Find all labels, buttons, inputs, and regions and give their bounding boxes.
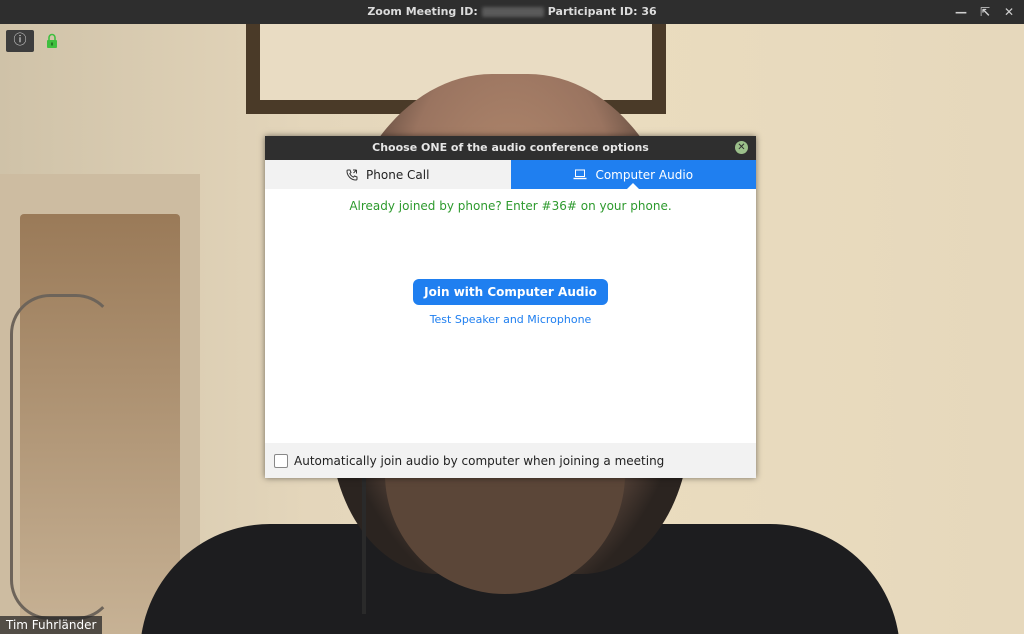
close-icon[interactable]: ✕ xyxy=(1000,3,1018,21)
dialog-footer: Automatically join audio by computer whe… xyxy=(265,443,756,478)
background-wire-decoration xyxy=(10,294,116,620)
audio-tabs: Phone Call Computer Audio xyxy=(265,160,756,189)
participant-name-label: Tim Fuhrländer xyxy=(0,616,103,634)
lock-icon[interactable] xyxy=(46,33,58,49)
meeting-id-redacted xyxy=(481,7,544,17)
window-title: Zoom Meeting ID: Participant ID: 36 xyxy=(0,5,1024,18)
minimize-icon[interactable]: — xyxy=(952,3,970,21)
tab-phone-call[interactable]: Phone Call xyxy=(265,160,511,189)
phone-join-info: Already joined by phone? Enter #36# on y… xyxy=(349,199,672,213)
participant-id-label: Participant ID: 36 xyxy=(547,5,657,18)
window-titlebar: Zoom Meeting ID: Participant ID: 36 — ⇱ ✕ xyxy=(0,0,1024,24)
tab-phone-call-label: Phone Call xyxy=(366,167,430,182)
phone-icon xyxy=(346,169,358,181)
join-computer-audio-button[interactable]: Join with Computer Audio xyxy=(413,279,608,305)
dialog-close-icon[interactable]: ✕ xyxy=(735,141,748,154)
auto-join-checkbox[interactable] xyxy=(274,453,288,468)
auto-join-label[interactable]: Automatically join audio by computer whe… xyxy=(294,454,664,468)
audio-options-dialog: Choose ONE of the audio conference optio… xyxy=(265,136,756,478)
dialog-title: Choose ONE of the audio conference optio… xyxy=(372,141,649,154)
info-icon[interactable]: ⓘ xyxy=(6,30,34,52)
tab-computer-audio-label: Computer Audio xyxy=(595,167,694,182)
restore-icon[interactable]: ⇱ xyxy=(976,3,994,21)
meeting-id-label: Zoom Meeting ID: xyxy=(367,5,478,18)
dialog-header: Choose ONE of the audio conference optio… xyxy=(265,136,756,160)
tab-computer-audio[interactable]: Computer Audio xyxy=(510,160,756,189)
test-speaker-mic-link[interactable]: Test Speaker and Microphone xyxy=(265,313,756,326)
laptop-icon xyxy=(573,169,587,180)
